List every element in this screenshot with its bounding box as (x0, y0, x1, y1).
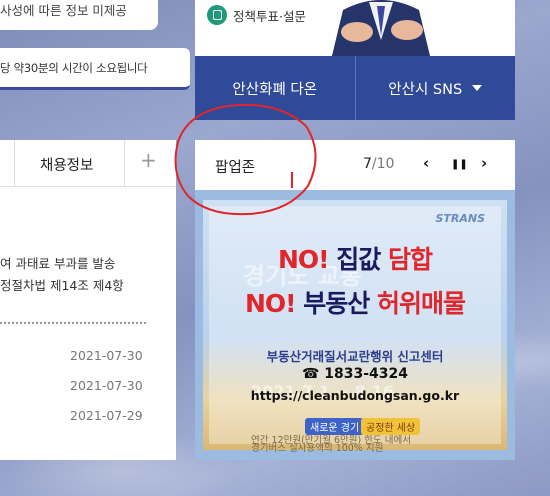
ballot-icon (207, 5, 227, 25)
headline-1: NO! 집값 담합 (277, 245, 433, 274)
prev-arrow-icon[interactable]: ‹ (423, 154, 429, 172)
popup-banner-frame: 경기도 교통 2021.7.1 ~ 8.16 STRANS NO! 집값 담합 … (203, 200, 507, 454)
notice-card-text: 사성에 따른 정보 미제공 (0, 3, 127, 18)
popup-banner-image[interactable]: 경기도 교통 2021.7.1 ~ 8.16 STRANS NO! 집값 담합 … (195, 190, 515, 460)
notice-card-text: 당 약30분의 시간이 소요됩니다 (0, 61, 148, 75)
headline-2: NO! 부동산 허위매물 (244, 289, 466, 318)
news-date: 2021-07-30 (70, 348, 143, 363)
person-photo (321, 0, 441, 56)
quick-nav: 안산화폐 다온 안산시 SNS (195, 56, 515, 120)
pause-icon[interactable]: ❚❚ (451, 159, 468, 170)
tab-divider (14, 140, 15, 187)
poll-label: 정책투표·설문 (233, 8, 306, 24)
popup-total: /10 (371, 156, 395, 172)
news-panel: 채용정보 + 여 과태료 부과를 발송 정절차법 제14조 제4항 2021-0… (0, 140, 176, 460)
popup-current: 7 (363, 156, 372, 172)
notice-card-privacy[interactable]: 사성에 따른 정보 미제공 (0, 0, 158, 30)
news-tabs: 채용정보 + (0, 140, 176, 187)
news-line: 여 과태료 부과를 발송 (0, 256, 116, 271)
report-center-name: 부동산거래질서교란행위 신고센터 (266, 349, 444, 364)
sns-dropdown-label: 안산시 SNS (388, 81, 463, 98)
fine-print: 경기버스 실사용액의 100% 지원 (251, 443, 384, 454)
news-date: 2021-07-30 (70, 378, 143, 393)
popup-zone-title: 팝업존 (215, 160, 256, 176)
tab-jobs[interactable]: 채용정보 (40, 154, 93, 175)
tab-divider (124, 140, 125, 187)
cafe-link-button[interactable]: 안산화폐 다온 (195, 56, 355, 120)
popup-banner-panel: STRANS NO! 집값 담합 NO! 부동산 허위매물 부동산거래질서교란행… (209, 206, 501, 446)
cafe-link-label: 안산화폐 다온 (232, 81, 318, 98)
poll-link[interactable]: 정책투표·설문 (207, 5, 306, 25)
news-date: 2021-07-29 (70, 408, 143, 423)
notice-card-duration[interactable]: 당 약30분의 시간이 소요됩니다 (0, 48, 190, 90)
mayor-banner[interactable]: 정책투표·설문 (195, 0, 515, 56)
news-line: 정절차법 제14조 제4항 (0, 278, 124, 293)
popup-counter: 7/10 (363, 156, 394, 172)
popup-zone-header: 팝업존 7/10 ‹ ❚❚ › (195, 140, 515, 190)
dotted-divider (0, 322, 146, 324)
brand-logo: STRANS (435, 212, 485, 225)
news-item-body[interactable]: 여 과태료 부과를 발송 정절차법 제14조 제4항 (0, 253, 124, 297)
report-phone: ☎ 1833-4324 (301, 366, 409, 382)
next-arrow-icon[interactable]: › (481, 154, 487, 172)
sns-dropdown-button[interactable]: 안산시 SNS (354, 56, 516, 120)
caret-down-icon (472, 85, 483, 91)
more-button[interactable]: + (140, 148, 157, 172)
report-url: https://cleanbudongsan.go.kr (250, 388, 460, 403)
